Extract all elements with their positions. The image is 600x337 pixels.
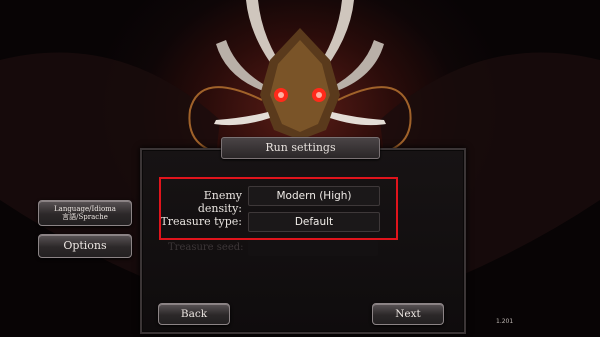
language-label-line2: 言語/Sprache bbox=[62, 213, 108, 221]
treasure-seed-label: Treasure seed: bbox=[168, 242, 244, 253]
panel-title: Run settings bbox=[221, 137, 380, 159]
treasure-type-selector[interactable]: Default bbox=[248, 212, 380, 232]
next-button[interactable]: Next bbox=[372, 303, 444, 325]
language-label-line1: Language/Idioma bbox=[54, 205, 116, 213]
enemy-density-label: Enemy density: bbox=[197, 189, 242, 215]
version-text: 1.201 bbox=[496, 318, 514, 325]
language-button[interactable]: Language/Idioma 言語/Sprache bbox=[38, 200, 132, 226]
treasure-type-label: Treasure type: bbox=[160, 215, 242, 228]
enemy-density-selector[interactable]: Modern (High) bbox=[248, 186, 380, 206]
options-button[interactable]: Options bbox=[38, 234, 132, 258]
back-button[interactable]: Back bbox=[158, 303, 230, 325]
treasure-seed-input bbox=[248, 240, 378, 256]
